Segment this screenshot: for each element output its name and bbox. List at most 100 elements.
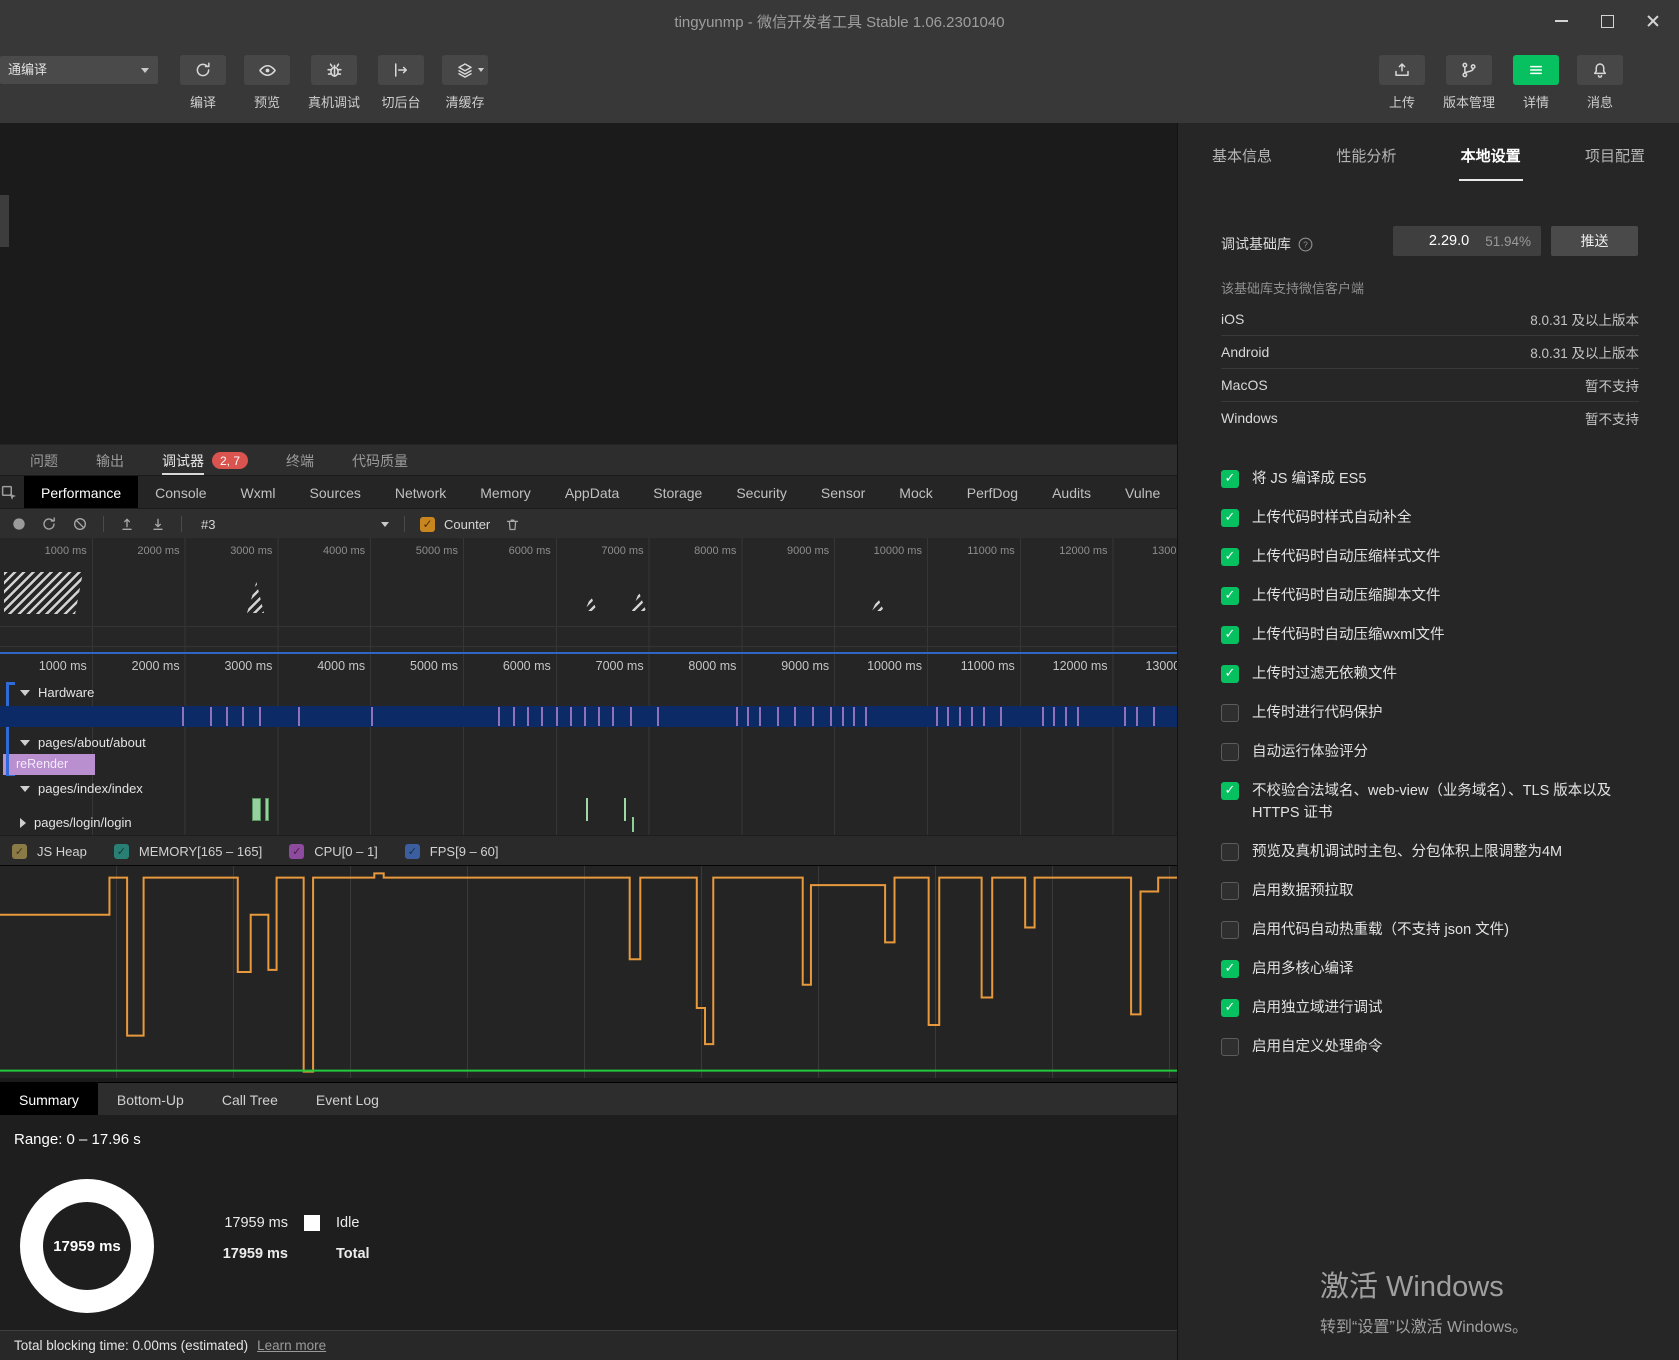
profile-select[interactable]: #3: [197, 517, 389, 532]
setting-checkbox[interactable]: ✓: [1221, 960, 1239, 978]
tab-storage[interactable]: Storage: [636, 476, 719, 509]
tab-code-quality[interactable]: 代码质量: [352, 445, 408, 476]
tab-memory[interactable]: Memory: [463, 476, 548, 509]
messages-button[interactable]: 消息: [1577, 55, 1623, 111]
tab-perfdog[interactable]: PerfDog: [950, 476, 1035, 509]
render-event-block[interactable]: [265, 798, 269, 821]
tab-problems[interactable]: 问题: [30, 445, 58, 476]
clear-cache-button[interactable]: 清缓存: [442, 55, 489, 111]
setting-checkbox[interactable]: ✓: [1221, 509, 1239, 527]
help-icon[interactable]: ?: [1298, 237, 1313, 252]
delete-profile-button[interactable]: [505, 517, 520, 532]
setting-checkbox[interactable]: [1221, 743, 1239, 761]
tab-wxml[interactable]: Wxml: [224, 476, 293, 509]
setting-label: 自动运行体验评分: [1252, 744, 1368, 760]
tab-call-tree[interactable]: Call Tree: [203, 1083, 297, 1116]
compile-mode-select[interactable]: 通编译: [0, 56, 158, 84]
track-pages-about[interactable]: pages/about/about: [20, 735, 146, 750]
tab-sensor[interactable]: Sensor: [804, 476, 882, 509]
track-hardware[interactable]: Hardware: [20, 685, 94, 700]
legend-item-fps[interactable]: ✓ FPS[9 – 60]: [404, 843, 498, 859]
track-pages-login[interactable]: pages/login/login: [20, 815, 132, 830]
setting-checkbox[interactable]: ✓: [1221, 548, 1239, 566]
rerender-event[interactable]: reRender: [9, 754, 95, 775]
setting-checkbox[interactable]: ✓: [1221, 782, 1239, 800]
tab-security[interactable]: Security: [719, 476, 804, 509]
details-label: 详情: [1522, 95, 1549, 110]
setting-checkbox[interactable]: ✓: [1221, 626, 1239, 644]
setting-checkbox[interactable]: ✓: [1221, 587, 1239, 605]
legend-checkbox[interactable]: ✓: [113, 843, 129, 859]
inspect-element-button[interactable]: [0, 476, 18, 509]
tab-mock[interactable]: Mock: [882, 476, 949, 509]
setting-checkbox[interactable]: [1221, 882, 1239, 900]
setting-checkbox[interactable]: [1221, 1038, 1239, 1056]
timeline-detail[interactable]: 1000 ms 2000 ms 3000 ms 4000 ms 5000 ms 6000 …: [0, 652, 1177, 835]
tab-audits[interactable]: Audits: [1035, 476, 1108, 509]
setting-item: 启用代码自动热重载（不支持 json 文件): [1221, 919, 1651, 941]
hardware-track-bar[interactable]: [0, 706, 1177, 727]
tab-output[interactable]: 输出: [96, 445, 124, 476]
tab-network[interactable]: Network: [378, 476, 463, 509]
preview-button[interactable]: 预览: [244, 55, 290, 111]
load-profile-button[interactable]: [119, 516, 135, 532]
setting-checkbox[interactable]: ✓: [1221, 470, 1239, 488]
status-bar: Total blocking time: 0.00ms (estimated) …: [0, 1330, 1177, 1360]
tab-basic-info[interactable]: 基本信息: [1212, 145, 1272, 181]
track-pages-index[interactable]: pages/index/index: [20, 781, 143, 796]
legend-checkbox[interactable]: ✓: [12, 843, 27, 859]
setting-checkbox[interactable]: [1221, 704, 1239, 722]
tab-summary[interactable]: Summary: [0, 1083, 98, 1116]
tab-appdata[interactable]: AppData: [548, 476, 636, 509]
legend-checkbox[interactable]: ✓: [289, 843, 305, 859]
reload-button[interactable]: [41, 516, 57, 532]
timeline-overview[interactable]: 1000 ms 2000 ms 3000 ms 4000 ms 5000 ms 6000 …: [0, 538, 1177, 652]
details-button[interactable]: 详情: [1513, 55, 1559, 111]
hardware-event-tick: [1124, 707, 1127, 726]
setting-item: ✓ 启用独立域进行调试: [1221, 997, 1651, 1019]
legend-item-memory[interactable]: ✓ MEMORY[165 – 165]: [113, 843, 262, 859]
simulator-scrollbar[interactable]: [0, 195, 9, 247]
base-library-version-select[interactable]: 2.29.0 51.94%: [1393, 226, 1541, 256]
bell-icon: [1577, 55, 1623, 85]
tab-bottom-up[interactable]: Bottom-Up: [98, 1083, 203, 1116]
setting-checkbox[interactable]: [1221, 921, 1239, 939]
setting-checkbox[interactable]: ✓: [1221, 665, 1239, 683]
tab-performance-analysis[interactable]: 性能分析: [1336, 145, 1396, 181]
tab-terminal[interactable]: 终端: [286, 445, 314, 476]
track-label: pages/login/login: [34, 815, 132, 830]
setting-checkbox[interactable]: [1221, 843, 1239, 861]
remote-debug-button[interactable]: 真机调试: [308, 55, 360, 111]
upload-button[interactable]: 上传: [1378, 55, 1425, 111]
tab-local-settings[interactable]: 本地设置: [1458, 145, 1523, 181]
hardware-event-tick: [1000, 707, 1003, 726]
close-button[interactable]: [1637, 8, 1669, 34]
switch-background-button[interactable]: 切后台: [378, 55, 425, 111]
minimize-button[interactable]: [1545, 8, 1577, 34]
counters-chart[interactable]: [0, 865, 1177, 1078]
record-button[interactable]: [12, 517, 26, 531]
tab-event-log[interactable]: Event Log: [297, 1083, 398, 1116]
tab-sources[interactable]: Sources: [293, 476, 378, 509]
legend-item-cpu[interactable]: ✓ CPU[0 – 1]: [289, 843, 378, 859]
clear-button[interactable]: [72, 516, 88, 532]
legend-checkbox[interactable]: ✓: [404, 843, 420, 859]
counter-checkbox[interactable]: ✓: [420, 516, 435, 532]
compile-button[interactable]: 编译: [180, 55, 226, 111]
setting-checkbox[interactable]: ✓: [1221, 999, 1239, 1017]
tab-console[interactable]: Console: [138, 476, 223, 509]
maximize-button[interactable]: [1591, 8, 1623, 34]
tab-project-config[interactable]: 项目配置: [1585, 145, 1645, 181]
render-event-block[interactable]: [252, 798, 261, 821]
version-manage-button[interactable]: 版本管理: [1443, 55, 1495, 111]
tab-debugger[interactable]: 调试器 2, 7: [162, 445, 249, 476]
legend-item-js-heap[interactable]: ✓ JS Heap: [12, 843, 87, 859]
hardware-event-tick: [1053, 707, 1056, 726]
learn-more-link[interactable]: Learn more: [257, 1338, 326, 1353]
save-profile-button[interactable]: [150, 516, 166, 532]
push-button[interactable]: 推送: [1551, 226, 1638, 256]
tab-vulne[interactable]: Vulne: [1108, 476, 1177, 509]
hardware-event-tick: [583, 707, 586, 726]
hardware-event-tick: [759, 707, 762, 726]
tab-performance[interactable]: Performance: [24, 476, 139, 509]
